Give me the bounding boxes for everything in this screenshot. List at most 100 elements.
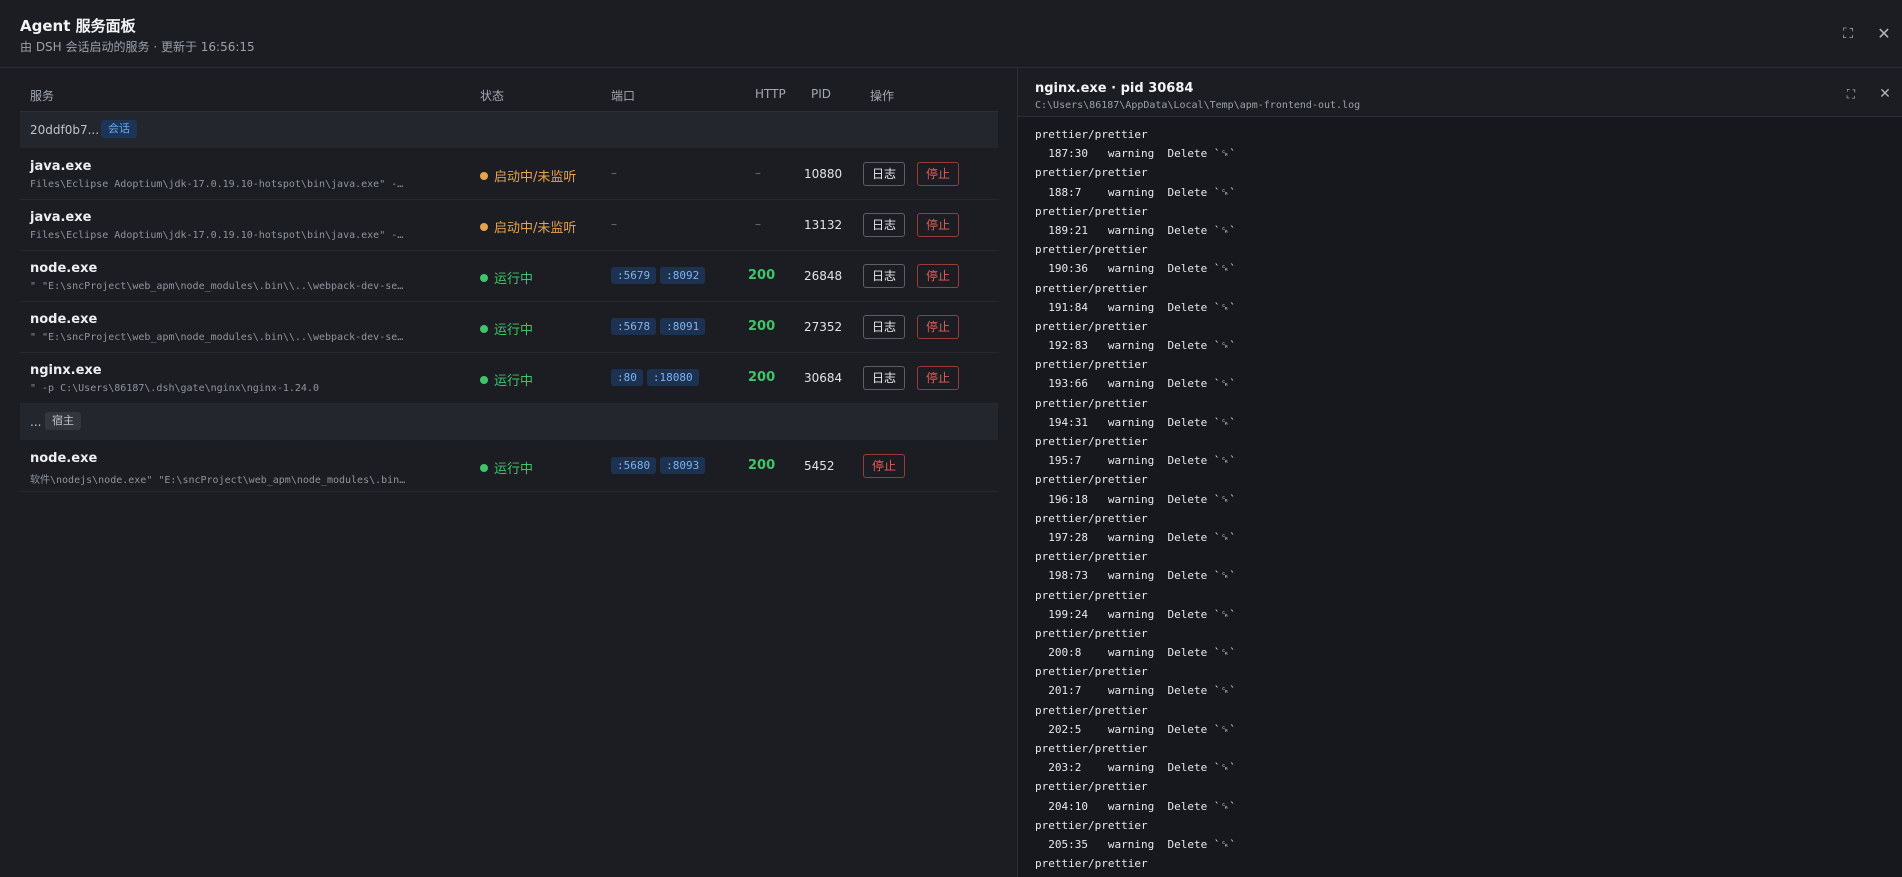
log-line: prettier/prettier <box>1035 396 1148 410</box>
log-line: 204:10 warning Delete `␍` <box>1035 799 1236 813</box>
table-row: nginx.exe " -p C:\Users\86187\.dsh\gate\n… <box>20 353 998 404</box>
expand-icon[interactable]: ⛶ <box>1838 24 1858 44</box>
http-status: – <box>755 217 761 231</box>
stop-button[interactable]: 停止 <box>917 264 960 288</box>
log-line: 202:5 warning Delete `␍` <box>1035 722 1236 736</box>
log-line: prettier/prettier <box>1035 857 1148 871</box>
log-button[interactable]: 日志 <box>863 162 906 186</box>
port-badge[interactable]: :5678 <box>611 318 657 335</box>
log-line: prettier/prettier <box>1035 204 1148 218</box>
port-list: :5680:8093 <box>611 457 709 474</box>
service-command: Files\Eclipse Adoptium\jdk-17.0.19.10-ho… <box>30 179 404 190</box>
log-line: 203:2 warning Delete `␍` <box>1035 761 1236 775</box>
column-header-status: 状态 <box>480 89 505 103</box>
ports-empty: – <box>611 217 617 231</box>
service-name: java.exe <box>30 210 92 225</box>
http-status: 200 <box>748 370 776 385</box>
port-badge[interactable]: :8092 <box>660 267 706 284</box>
service-command: " "E:\sncProject\web_apm\node_modules\.b… <box>30 332 404 343</box>
stop-button[interactable]: 停止 <box>917 315 960 339</box>
group-header: 20ddf0b7... 会话 <box>20 112 998 148</box>
log-line: prettier/prettier <box>1035 319 1148 333</box>
status-text: 启动中/未监听 <box>494 170 577 185</box>
http-status: – <box>755 166 761 180</box>
service-name: node.exe <box>30 312 98 327</box>
table-header: 服务 状态 端口 HTTP PID 操作 <box>20 76 998 112</box>
service-name: java.exe <box>30 159 92 174</box>
service-command: " "E:\sncProject\web_apm\node_modules\.b… <box>30 281 404 292</box>
port-badge[interactable]: :80 <box>611 369 643 386</box>
log-panel-title: nginx.exe · pid 30684 <box>1035 81 1194 96</box>
session-badge: 会话 <box>101 120 137 138</box>
log-line: 194:31 warning Delete `␍` <box>1035 415 1236 429</box>
log-line: 201:7 warning Delete `␍` <box>1035 684 1236 698</box>
status-dot-icon <box>480 223 488 231</box>
status-dot-icon <box>480 325 488 333</box>
log-button[interactable]: 日志 <box>863 366 906 390</box>
log-line: prettier/prettier <box>1035 703 1148 717</box>
table-row: node.exe 软件\nodejs\node.exe" "E:\sncProje… <box>20 441 998 492</box>
stop-button[interactable]: 停止 <box>917 213 960 237</box>
port-list: :5679:8092 <box>611 267 709 284</box>
port-badge[interactable]: :8093 <box>660 457 706 474</box>
column-header-service: 服务 <box>30 89 55 103</box>
status-text: 运行中 <box>494 272 534 287</box>
status-text: 启动中/未监听 <box>494 221 577 236</box>
status-dot-icon <box>480 376 488 384</box>
log-line: prettier/prettier <box>1035 128 1148 141</box>
log-line: 205:35 warning Delete `␍` <box>1035 837 1236 851</box>
group-header: ... 宿主 <box>20 404 998 440</box>
log-line: 193:66 warning Delete `␍` <box>1035 377 1236 391</box>
log-close-icon[interactable]: ✕ <box>1876 85 1894 103</box>
log-output[interactable]: prettier/prettier 187:30 warning Delete … <box>1035 125 1895 877</box>
close-icon[interactable]: ✕ <box>1874 24 1894 44</box>
panel-header: Agent 服务面板 由 DSH 会话启动的服务 · 更新于 16:56:15 … <box>0 0 1902 68</box>
port-badge[interactable]: :8091 <box>660 318 706 335</box>
port-badge[interactable]: :18080 <box>646 369 699 386</box>
http-status: 200 <box>748 268 776 283</box>
log-line: prettier/prettier <box>1035 473 1148 487</box>
log-line: 190:36 warning Delete `␍` <box>1035 262 1236 276</box>
log-panel-header: nginx.exe · pid 30684 C:\Users\86187\App… <box>1018 68 1902 117</box>
status-badge: 启动中/未监听 <box>480 217 576 236</box>
column-header-actions: 操作 <box>870 89 895 103</box>
pid-value: 27352 <box>804 320 843 334</box>
stop-button[interactable]: 停止 <box>917 162 960 186</box>
log-line: prettier/prettier <box>1035 511 1148 525</box>
stop-button[interactable]: 停止 <box>863 454 906 478</box>
port-badge[interactable]: :5679 <box>611 267 657 284</box>
log-line: 191:84 warning Delete `␍` <box>1035 300 1236 314</box>
http-status: 200 <box>748 458 776 473</box>
log-line: prettier/prettier <box>1035 550 1148 564</box>
status-badge: 运行中 <box>480 319 533 338</box>
log-line: prettier/prettier <box>1035 780 1148 794</box>
pid-value: 10880 <box>804 167 843 181</box>
table-row: java.exe Files\Eclipse Adoptium\jdk-17.0.… <box>20 149 998 200</box>
group-name: ... <box>30 415 42 429</box>
status-text: 运行中 <box>494 323 534 338</box>
log-line: 189:21 warning Delete `␍` <box>1035 223 1236 237</box>
port-badge[interactable]: :5680 <box>611 457 657 474</box>
stop-button[interactable]: 停止 <box>917 366 960 390</box>
log-file-path: C:\Users\86187\AppData\Local\Temp\apm-fr… <box>1035 100 1361 111</box>
table-row: node.exe " "E:\sncProject\web_apm\node_mo… <box>20 251 998 302</box>
log-line: 199:24 warning Delete `␍` <box>1035 607 1236 621</box>
log-panel: nginx.exe · pid 30684 C:\Users\86187\App… <box>1017 68 1902 877</box>
status-dot-icon <box>480 464 488 472</box>
pid-value: 26848 <box>804 269 843 283</box>
log-button[interactable]: 日志 <box>863 213 906 237</box>
log-line: prettier/prettier <box>1035 742 1148 755</box>
log-line: prettier/prettier <box>1035 626 1148 640</box>
host-badge: 宿主 <box>45 412 81 430</box>
ports-empty: – <box>611 166 617 180</box>
log-line: 196:18 warning Delete `␍` <box>1035 492 1236 506</box>
log-line: prettier/prettier <box>1035 243 1148 257</box>
pid-value: 30684 <box>804 371 843 385</box>
log-button[interactable]: 日志 <box>863 315 906 339</box>
log-button[interactable]: 日志 <box>863 264 906 288</box>
pid-value: 13132 <box>804 218 843 232</box>
status-text: 运行中 <box>494 462 534 477</box>
column-header-pid: PID <box>811 87 832 101</box>
log-expand-icon[interactable]: ⛶ <box>1842 85 1860 103</box>
status-badge: 运行中 <box>480 268 533 287</box>
